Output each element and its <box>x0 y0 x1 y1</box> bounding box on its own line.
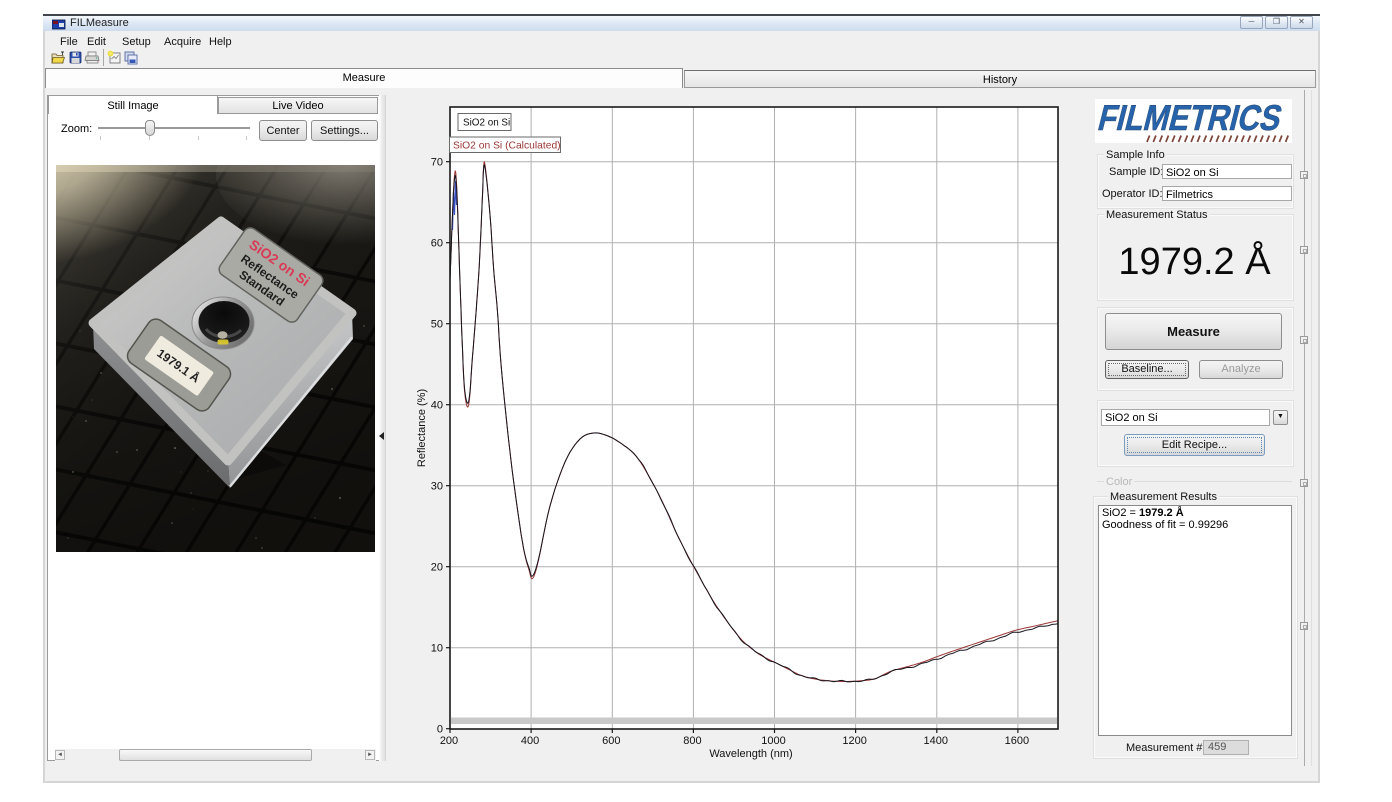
svg-text:600: 600 <box>602 735 620 747</box>
svg-text:800: 800 <box>683 735 701 747</box>
svg-text:Reflectance (%): Reflectance (%) <box>416 389 428 467</box>
svg-text:70: 70 <box>431 157 443 169</box>
svg-text:SiO2 on Si: SiO2 on Si <box>463 118 510 129</box>
svg-text:FILMETRICS: FILMETRICS <box>1095 99 1286 138</box>
svg-text:60: 60 <box>431 238 443 250</box>
svg-text:200: 200 <box>440 735 458 747</box>
svg-text:SiO2 on Si (Calculated): SiO2 on Si (Calculated) <box>453 141 561 152</box>
svg-text:30: 30 <box>431 481 443 493</box>
svg-text:1600: 1600 <box>1005 735 1029 747</box>
svg-text:10: 10 <box>431 643 443 655</box>
svg-text:1400: 1400 <box>924 735 948 747</box>
svg-text:Wavelength (nm): Wavelength (nm) <box>709 748 792 760</box>
svg-text:40: 40 <box>431 400 443 412</box>
svg-text:1000: 1000 <box>761 735 785 747</box>
svg-text:400: 400 <box>521 735 539 747</box>
svg-text:50: 50 <box>431 319 443 331</box>
svg-text:20: 20 <box>431 562 443 574</box>
svg-text:1200: 1200 <box>842 735 866 747</box>
svg-text:0: 0 <box>437 724 443 736</box>
